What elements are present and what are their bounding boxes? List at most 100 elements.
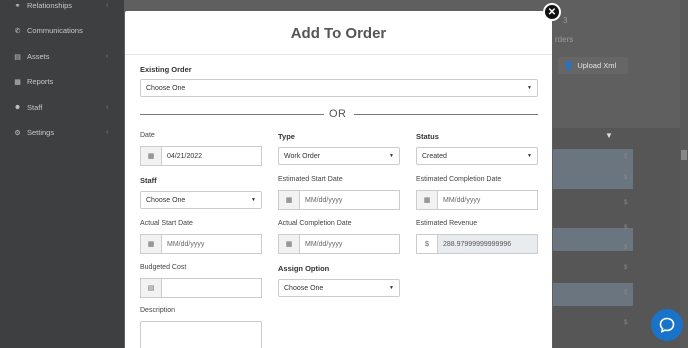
- sidebar-item-label: Assets: [27, 52, 50, 61]
- table-cell: $: [624, 290, 628, 296]
- assign-option-label: Assign Option: [278, 264, 330, 273]
- caret-down-icon: ▼: [251, 197, 256, 203]
- status-select[interactable]: Created ▼: [416, 147, 538, 165]
- sidebar-item-assets[interactable]: ▤ Assets ‹: [14, 52, 108, 61]
- staff-label: Staff: [140, 176, 157, 185]
- type-value: Work Order: [284, 152, 321, 160]
- upload-xml-label: Upload Xml: [577, 61, 617, 70]
- close-icon: ✕: [547, 6, 557, 18]
- chat-button[interactable]: [651, 309, 683, 341]
- table-cell: $: [624, 265, 628, 271]
- scrollbar[interactable]: [680, 0, 688, 348]
- estimated-revenue-input: 288.97999999999996: [437, 234, 538, 254]
- estimated-completion-date-field[interactable]: ▦ MM/dd/yyyy: [416, 190, 538, 210]
- assets-icon: ▤: [14, 53, 21, 61]
- relationships-icon: ⚭: [14, 2, 21, 10]
- sidebar-item-communications[interactable]: ✆ Communications: [14, 26, 83, 35]
- scrollbar-thumb[interactable]: [681, 150, 687, 160]
- modal-header-divider: [125, 54, 552, 55]
- budgeted-cost-label: Budgeted Cost: [140, 264, 187, 271]
- status-value: Created: [422, 152, 447, 160]
- sidebar-item-label: Staff: [27, 103, 43, 112]
- estimated-revenue-label: Estimated Revenue: [416, 220, 478, 227]
- calculator-icon: ▤: [140, 278, 161, 298]
- sidebar: ⚭ Relationships ‹ ✆ Communications ▤ Ass…: [0, 0, 124, 348]
- existing-order-select[interactable]: Choose One ▼: [140, 79, 538, 97]
- actual-completion-date-field[interactable]: ▦ MM/dd/yyyy: [278, 234, 400, 254]
- chevron-left-icon: ‹: [106, 53, 109, 60]
- sidebar-item-label: Reports: [27, 77, 54, 86]
- phone-icon: ✆: [14, 27, 21, 35]
- table-cell: $: [624, 175, 628, 181]
- date-label: Date: [140, 132, 155, 139]
- table-row[interactable]: [553, 166, 633, 189]
- status-label: Status: [416, 132, 439, 141]
- calendar-icon[interactable]: ▦: [278, 234, 299, 254]
- estimated-start-date-label: Estimated Start Date: [278, 176, 343, 183]
- type-select[interactable]: Work Order ▼: [278, 147, 400, 165]
- staff-icon: ☻: [13, 104, 22, 111]
- table-cell: $: [624, 320, 628, 326]
- calendar-icon[interactable]: ▦: [140, 234, 161, 254]
- sidebar-item-label: Communications: [27, 26, 83, 35]
- calendar-icon[interactable]: ▦: [140, 146, 161, 166]
- upload-xml-button[interactable]: 👤 Upload Xml: [558, 57, 628, 74]
- actual-completion-date-input[interactable]: MM/dd/yyyy: [299, 234, 400, 254]
- actual-start-date-label: Actual Start Date: [140, 220, 193, 227]
- sidebar-item-label: Relationships: [27, 1, 73, 10]
- calendar-icon[interactable]: ▦: [416, 190, 437, 210]
- actual-start-date-input[interactable]: MM/dd/yyyy: [161, 234, 262, 254]
- assign-option-value: Choose One: [284, 284, 324, 292]
- date-field[interactable]: ▦ 04/21/2022: [140, 146, 262, 166]
- estimated-start-date-input[interactable]: MM/dd/yyyy: [299, 190, 400, 210]
- sidebar-item-staff[interactable]: ☻ Staff ‹: [13, 103, 109, 112]
- orders-heading: rders: [555, 35, 574, 44]
- table-row[interactable]: [553, 228, 633, 251]
- caret-down-icon: ▼: [527, 153, 532, 159]
- chevron-left-icon: ‹: [106, 104, 109, 111]
- estimated-start-date-field[interactable]: ▦ MM/dd/yyyy: [278, 190, 400, 210]
- caret-down-icon: ▼: [527, 85, 532, 91]
- gear-icon: ⚙: [14, 129, 21, 137]
- date-input[interactable]: 04/21/2022: [161, 146, 262, 166]
- type-label: Type: [278, 132, 295, 141]
- close-button[interactable]: ✕: [543, 3, 561, 21]
- budgeted-cost-field[interactable]: ▤: [140, 278, 262, 298]
- user-icon: 👤: [564, 61, 574, 70]
- budgeted-cost-input[interactable]: [161, 278, 262, 298]
- actual-start-date-field[interactable]: ▦ MM/dd/yyyy: [140, 234, 262, 254]
- description-textarea[interactable]: [140, 321, 262, 348]
- or-text: OR: [329, 108, 347, 120]
- table-cell: $: [624, 154, 628, 160]
- table-row[interactable]: [553, 283, 633, 306]
- reports-icon: ▦: [14, 78, 21, 86]
- caret-down-icon: ▼: [389, 285, 394, 291]
- existing-order-label: Existing Order: [140, 65, 192, 74]
- sidebar-item-label: Settings: [27, 128, 55, 137]
- chevron-left-icon: ‹: [106, 129, 109, 136]
- chat-icon: [659, 317, 675, 333]
- calendar-icon[interactable]: ▦: [278, 190, 299, 210]
- modal-title: Add To Order: [290, 25, 387, 42]
- or-divider-right: [354, 114, 538, 115]
- table-cell: $: [624, 245, 628, 251]
- order-count: 3: [563, 16, 568, 25]
- filter-icon[interactable]: ▼: [605, 131, 613, 140]
- or-divider-left: [140, 114, 324, 115]
- description-label: Description: [140, 307, 176, 314]
- existing-order-value: Choose One: [146, 84, 186, 92]
- estimated-completion-date-input[interactable]: MM/dd/yyyy: [437, 190, 538, 210]
- caret-down-icon: ▼: [389, 153, 394, 159]
- dollar-icon: $: [416, 234, 437, 254]
- sidebar-item-relationships[interactable]: ⚭ Relationships ‹: [14, 1, 109, 10]
- table-cell: $: [624, 200, 628, 206]
- table-cell: $: [624, 225, 628, 231]
- chevron-left-icon: ‹: [106, 2, 109, 9]
- assign-option-select[interactable]: Choose One ▼: [278, 279, 400, 297]
- staff-select[interactable]: Choose One ▼: [140, 191, 262, 209]
- staff-value: Choose One: [146, 196, 186, 204]
- sidebar-item-reports[interactable]: ▦ Reports: [14, 77, 53, 86]
- actual-completion-date-label: Actual Completion Date: [278, 220, 352, 227]
- sidebar-item-settings[interactable]: ⚙ Settings ‹: [14, 128, 108, 137]
- estimated-completion-date-label: Estimated Completion Date: [416, 176, 502, 183]
